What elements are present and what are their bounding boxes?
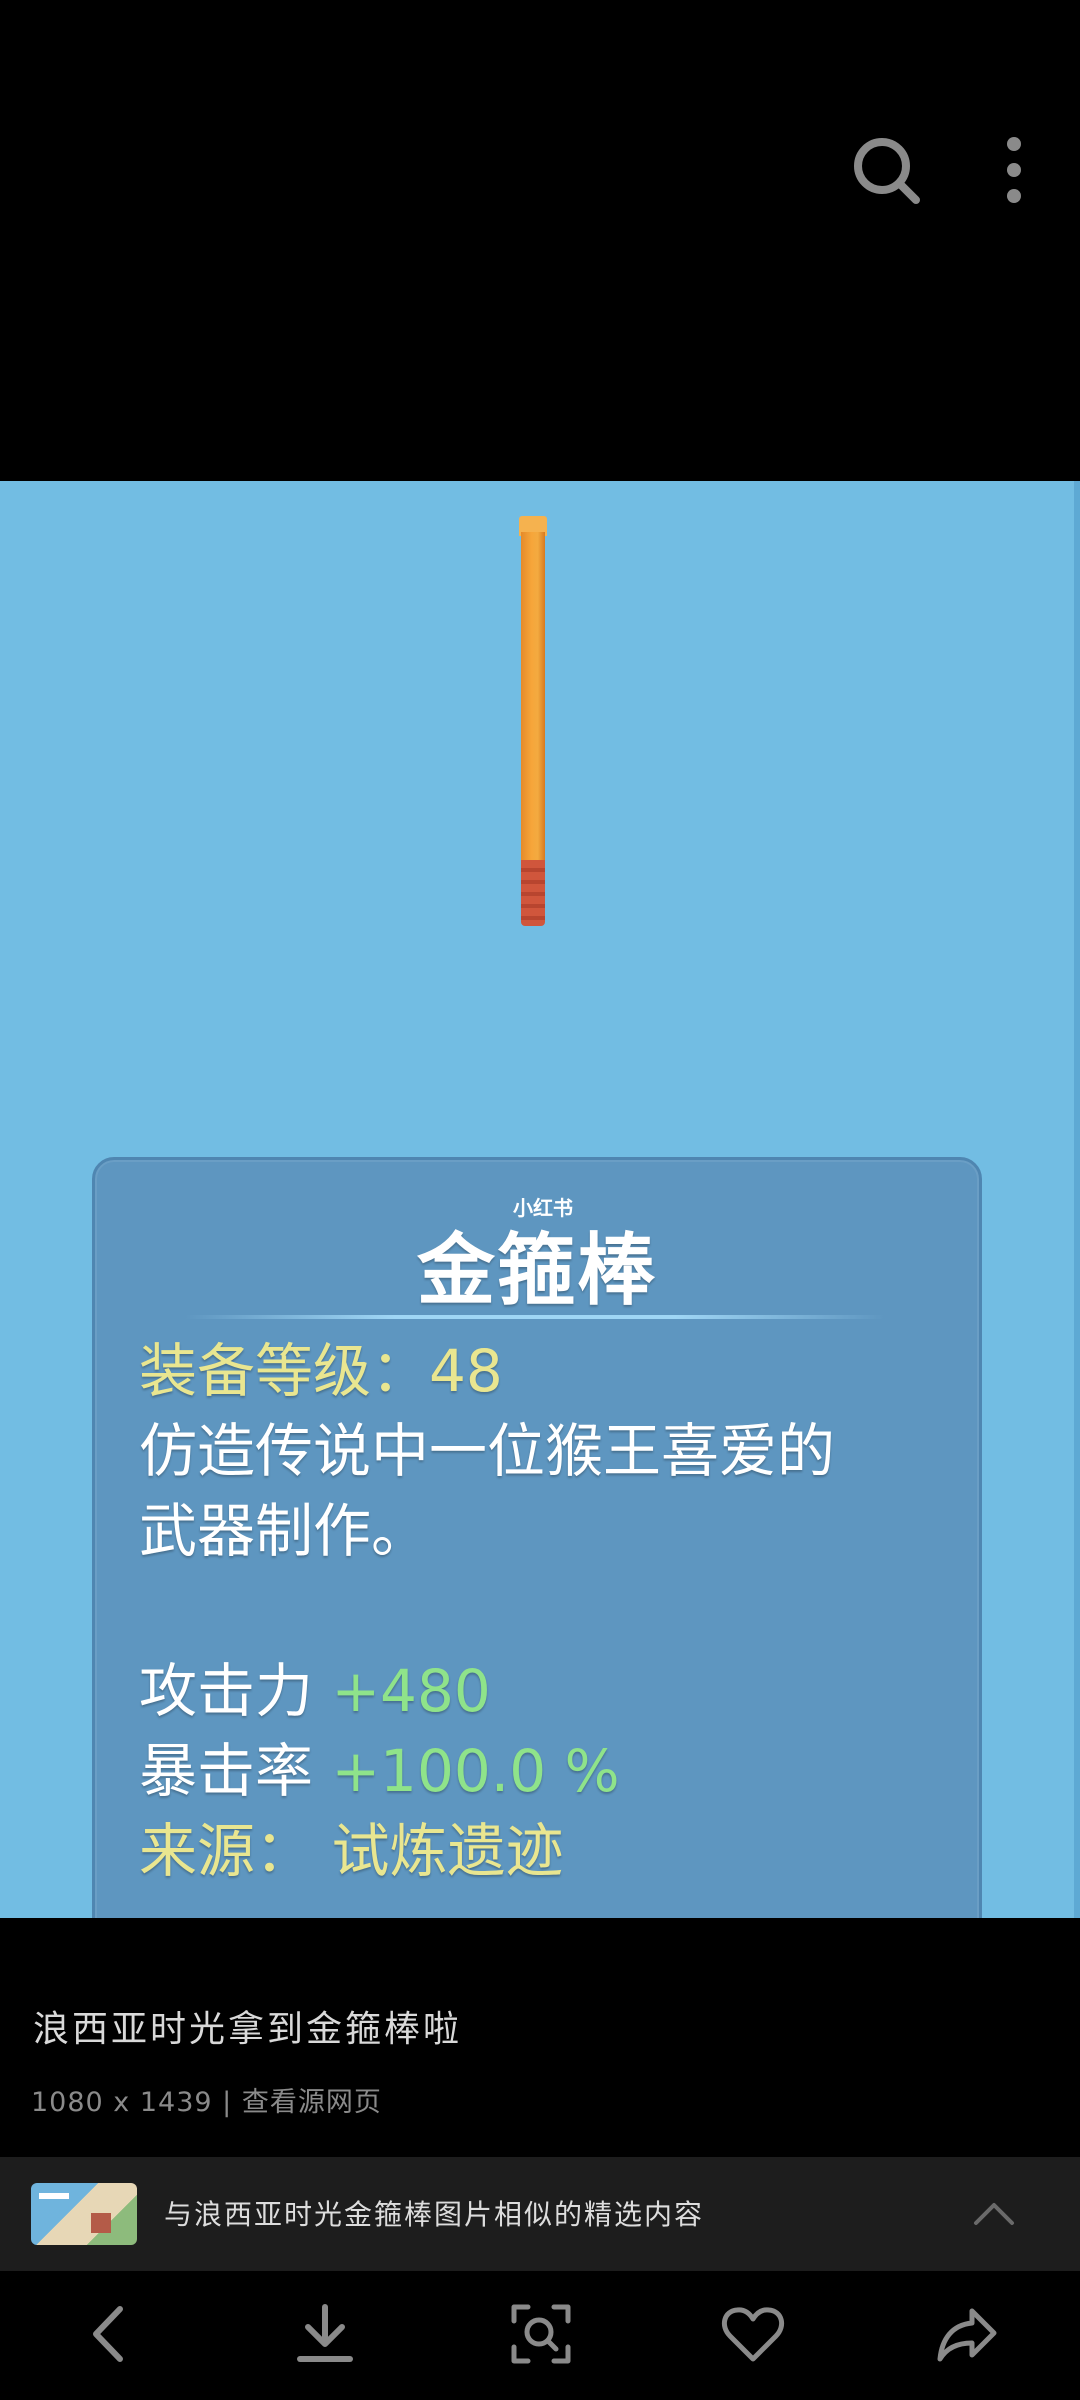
equipment-level: 装备等级：48 (139, 1337, 503, 1405)
golden-staff-graphic (519, 516, 547, 926)
image-viewer-page: 小红书 金箍棒 装备等级：48 仿造传说中一位猴王喜爱的 武器制作。 攻击力 +… (0, 0, 1080, 2400)
game-screenshot-image[interactable]: 小红书 金箍棒 装备等级：48 仿造传说中一位猴王喜爱的 武器制作。 攻击力 +… (0, 481, 1080, 1918)
image-caption-title: 浪西亚时光拿到金箍棒啦 (33, 2009, 463, 2050)
source-value: 试炼遗迹 (331, 1817, 564, 1885)
image-edge (1074, 481, 1080, 1918)
item-name: 金箍棒 (416, 1226, 657, 1316)
image-caption-meta[interactable]: 1080 x 1439 | 查看源网页 (31, 2080, 382, 2119)
more-vertical-icon[interactable] (974, 130, 1054, 210)
chevron-up-icon[interactable] (970, 2191, 1018, 2239)
source-label: 来源： (139, 1817, 314, 1885)
heart-icon[interactable] (718, 2299, 788, 2369)
similar-content-text[interactable]: 与浪西亚时光金箍棒图片相似的精选内容 (164, 2193, 704, 2233)
attack-value: +480 (331, 1657, 491, 1725)
source-stat: 来源： 试炼遗迹 (139, 1816, 563, 1886)
crit-label: 暴击率 (139, 1737, 314, 1805)
similar-content-bar[interactable]: 与浪西亚时光金箍棒图片相似的精选内容 (0, 2157, 1080, 2271)
item-info-card: 小红书 金箍棒 装备等级：48 仿造传说中一位猴王喜爱的 武器制作。 攻击力 +… (92, 1157, 982, 1918)
crit-stat: 暴击率 +100.0 % (139, 1736, 620, 1806)
download-icon[interactable] (290, 2299, 360, 2369)
attack-label: 攻击力 (139, 1657, 314, 1725)
item-description-line1: 仿造传说中一位猴王喜爱的 (139, 1417, 836, 1485)
attack-stat: 攻击力 +480 (139, 1656, 491, 1726)
title-divider (185, 1315, 885, 1319)
back-icon[interactable] (76, 2299, 146, 2369)
item-description-line2: 武器制作。 (139, 1497, 430, 1565)
similar-thumbnail[interactable] (31, 2183, 137, 2245)
share-icon[interactable] (932, 2299, 1002, 2369)
scan-icon[interactable] (506, 2299, 576, 2369)
bottom-action-bar (0, 2271, 1080, 2400)
crit-value: +100.0 % (331, 1737, 620, 1805)
search-icon[interactable] (846, 130, 926, 210)
